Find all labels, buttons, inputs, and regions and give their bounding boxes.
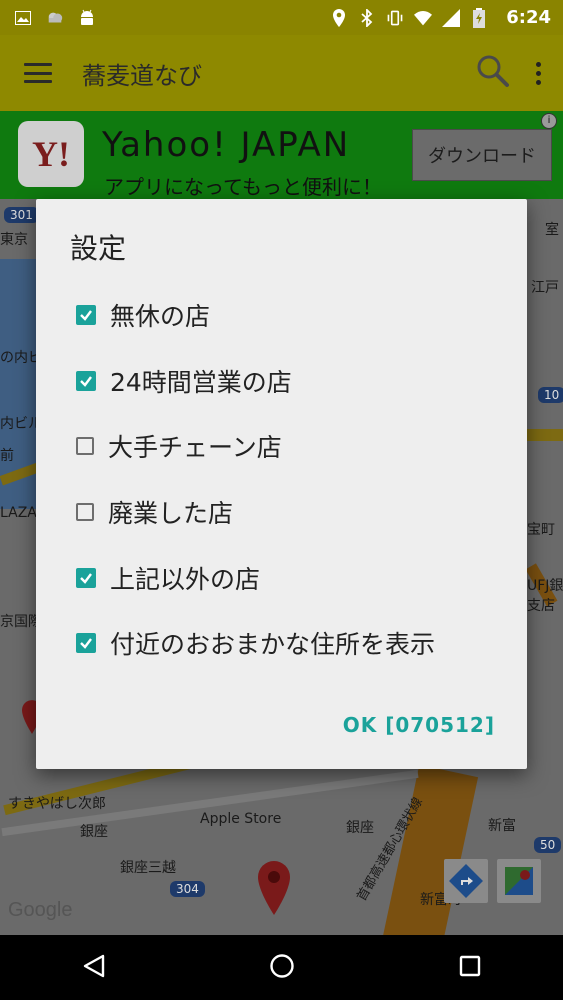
map-label: 銀座三越 xyxy=(120,860,176,876)
map-label: 新富 xyxy=(488,818,516,834)
bluetooth-icon xyxy=(358,8,376,27)
wifi-icon xyxy=(414,9,433,27)
checkbox-unchecked-icon[interactable] xyxy=(76,503,94,521)
ad-download-button[interactable]: ダウンロード xyxy=(412,129,552,181)
checkbox-checked-icon[interactable] xyxy=(76,305,96,325)
option-label: 24時間営業の店 xyxy=(110,368,292,397)
option-open-every-day[interactable]: 無休の店 xyxy=(76,297,210,333)
ok-button[interactable]: OK [070512] xyxy=(343,713,495,737)
nav-bar xyxy=(0,935,563,1000)
battery-icon xyxy=(470,7,488,28)
option-show-nearby-address[interactable]: 付近のおおまかな住所を表示 xyxy=(76,625,435,661)
app-title: 蕎麦道なび xyxy=(82,61,202,90)
search-icon[interactable] xyxy=(476,54,510,92)
option-label: 大手チェーン店 xyxy=(108,433,282,462)
yahoo-logo: Y! xyxy=(18,121,84,187)
ad-banner[interactable]: Y! Yahoo! JAPAN アプリになってもっと便利に！ ダウンロード i xyxy=(0,111,563,199)
map-label: UFJ銀 xyxy=(527,578,563,594)
weather-icon xyxy=(46,9,64,27)
home-icon[interactable] xyxy=(268,952,296,984)
dialog-title: 設定 xyxy=(70,232,127,265)
map-label: LAZA xyxy=(0,505,37,521)
option-other-shops[interactable]: 上記以外の店 xyxy=(76,560,260,596)
location-icon xyxy=(330,8,348,27)
ad-info-icon[interactable]: i xyxy=(541,113,557,129)
map-label: 東京 xyxy=(0,232,28,248)
app-bar: 蕎麦道なび xyxy=(0,35,563,111)
image-icon xyxy=(14,9,32,27)
map-label: 江戸 xyxy=(531,280,559,296)
option-label: 付近のおおまかな住所を表示 xyxy=(110,630,436,659)
settings-dialog: 設定 無休の店 24時間営業の店 大手チェーン店 廃業した店 上記以外の店 付近… xyxy=(36,199,527,769)
checkbox-checked-icon[interactable] xyxy=(76,568,96,588)
map-label: 宝町 xyxy=(527,522,555,538)
checkbox-checked-icon[interactable] xyxy=(76,371,96,391)
route-shield: 304 xyxy=(170,881,205,897)
map-label: Apple Store xyxy=(200,811,282,827)
hamburger-icon[interactable] xyxy=(24,63,52,83)
map-label: 銀座 xyxy=(80,824,108,840)
map-label: すきやばし次郎 xyxy=(8,796,106,812)
directions-icon[interactable] xyxy=(444,859,488,903)
map-label: 支店 xyxy=(527,598,555,614)
route-shield: 301 xyxy=(4,207,39,223)
ad-title: Yahoo! JAPAN xyxy=(102,125,351,165)
map-label: 銀座 xyxy=(346,820,374,836)
vibrate-icon xyxy=(386,9,404,27)
ad-subtitle: アプリになってもっと便利に！ xyxy=(104,175,382,199)
back-icon[interactable] xyxy=(81,953,107,983)
android-icon xyxy=(78,9,96,27)
option-label: 廃業した店 xyxy=(108,499,234,528)
option-label: 無休の店 xyxy=(110,302,211,331)
map-label: 前 xyxy=(0,448,14,464)
map-label: 室 xyxy=(545,222,559,238)
option-major-chain[interactable]: 大手チェーン店 xyxy=(76,428,282,464)
google-maps-icon[interactable] xyxy=(497,859,541,903)
signal-icon xyxy=(442,8,461,27)
option-24-hours[interactable]: 24時間営業の店 xyxy=(76,363,292,399)
road xyxy=(527,429,563,441)
checkbox-checked-icon[interactable] xyxy=(76,633,96,653)
checkbox-unchecked-icon[interactable] xyxy=(76,437,94,455)
route-shield: 10 xyxy=(538,387,563,403)
recents-icon[interactable] xyxy=(458,954,482,982)
clock: 6:24 xyxy=(506,7,551,28)
option-closed-shops[interactable]: 廃業した店 xyxy=(76,494,233,530)
status-bar: 6:24 xyxy=(0,0,563,35)
google-logo: Google xyxy=(8,899,73,921)
option-label: 上記以外の店 xyxy=(110,565,261,594)
more-vert-icon[interactable] xyxy=(536,61,541,85)
route-shield: 50 xyxy=(534,837,562,853)
map-pin-icon[interactable] xyxy=(258,861,290,919)
